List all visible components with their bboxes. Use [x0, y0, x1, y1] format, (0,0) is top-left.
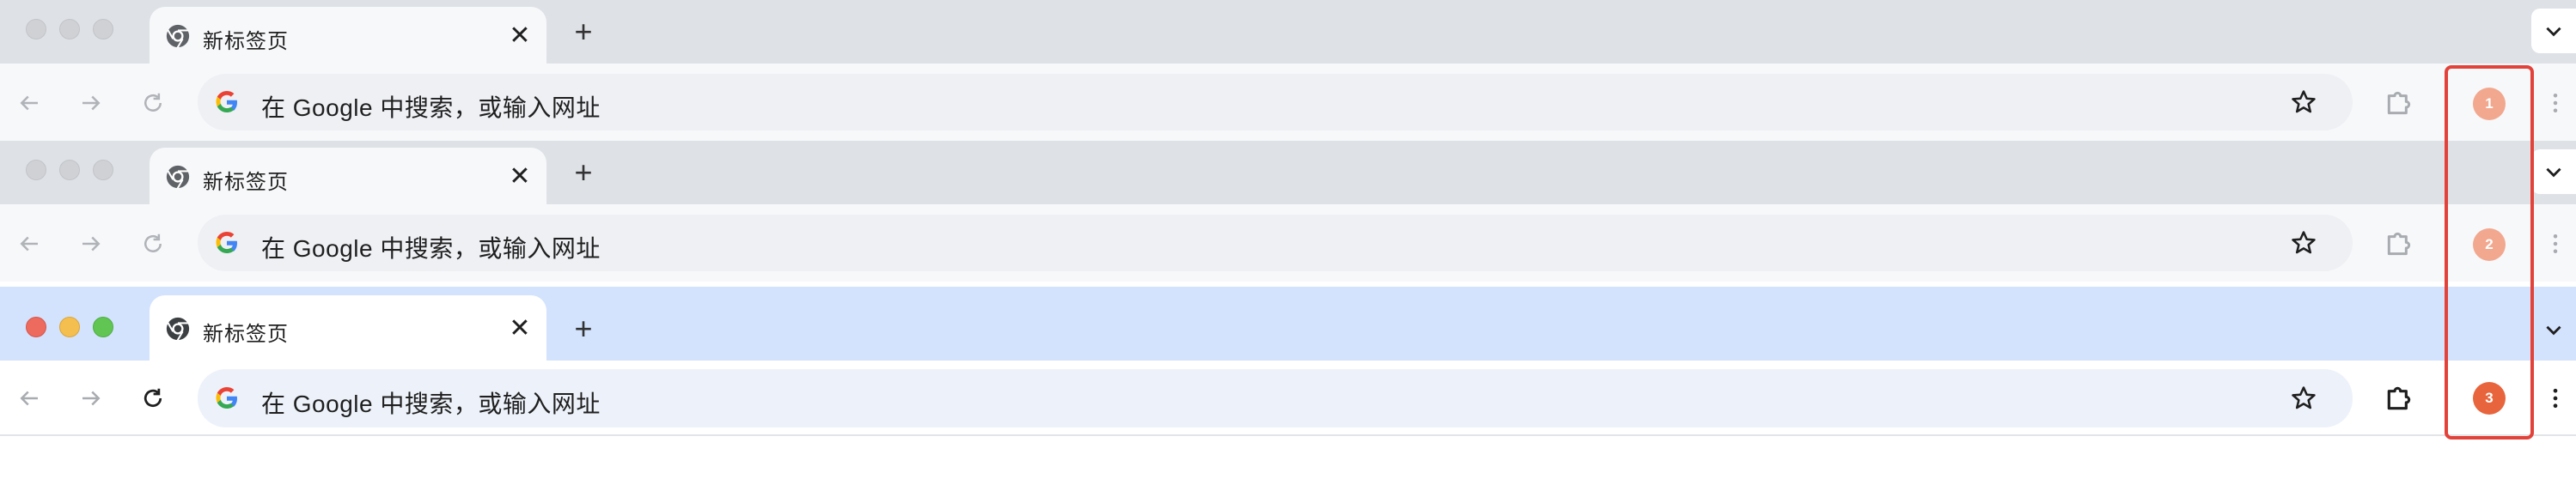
new-tab-button[interactable]: + [567, 155, 600, 190]
tab-new-tab[interactable]: 新标签页 ✕ [150, 148, 546, 204]
reload-button[interactable] [136, 86, 170, 120]
back-button[interactable] [12, 86, 46, 120]
menu-button[interactable] [2538, 86, 2573, 120]
kebab-icon [2553, 388, 2558, 409]
close-window-button[interactable] [26, 160, 46, 180]
address-bar-text: 在 Google 中搜索，或输入网址 [261, 94, 601, 121]
browser-window-2: 新标签页 ✕ + 在 Google 中搜索，或输入网址 2 [0, 141, 2576, 282]
back-button[interactable] [12, 227, 46, 261]
star-icon[interactable] [2289, 228, 2318, 258]
tab-strip: 新标签页 ✕ + [0, 0, 2576, 64]
address-bar[interactable]: 在 Google 中搜索，或输入网址 [198, 215, 2353, 271]
browser-window-1: 新标签页 ✕ + 在 Google 中搜索，或输入网址 1 [0, 0, 2576, 141]
tab-strip: 新标签页 ✕ + [0, 287, 2576, 361]
address-bar-text: 在 Google 中搜索，或输入网址 [261, 235, 601, 262]
tab-new-tab[interactable]: 新标签页 ✕ [150, 7, 546, 64]
minimize-window-button[interactable] [59, 317, 80, 337]
reload-icon [144, 93, 162, 112]
arrow-left-icon [20, 391, 38, 406]
address-bar-text: 在 Google 中搜索，或输入网址 [261, 391, 601, 417]
google-g-icon [216, 387, 237, 409]
tab-strip: 新标签页 ✕ + [0, 141, 2576, 204]
chrome-icon [166, 165, 190, 190]
arrow-left-icon [20, 236, 38, 252]
zoom-window-button[interactable] [93, 160, 113, 180]
new-tab-button[interactable]: + [567, 14, 600, 49]
reload-button[interactable] [136, 381, 170, 415]
tab-close-button[interactable]: ✕ [507, 162, 533, 191]
puzzle-icon[interactable] [2382, 86, 2416, 120]
arrow-right-icon [82, 391, 101, 406]
chrome-icon [166, 24, 190, 49]
tab-new-tab[interactable]: 新标签页 ✕ [150, 295, 546, 361]
toolbar: 在 Google 中搜索，或输入网址 1 [0, 64, 2576, 141]
browser-window-3: 新标签页 ✕ + 在 Google 中搜索，或输入网址 3 [0, 282, 2576, 436]
address-bar[interactable]: 在 Google 中搜索，或输入网址 [198, 369, 2353, 427]
window-controls [26, 160, 113, 180]
reload-icon [143, 388, 162, 408]
arrow-right-icon [82, 95, 101, 111]
tab-close-button[interactable]: ✕ [507, 314, 533, 342]
close-window-button[interactable] [26, 317, 46, 337]
chrome-icon [166, 317, 190, 342]
window-controls [26, 19, 113, 39]
tab-close-button[interactable]: ✕ [507, 21, 533, 50]
chevron-down-icon [2546, 27, 2561, 37]
kebab-icon [2553, 234, 2558, 253]
reload-button[interactable] [136, 227, 170, 261]
google-g-icon [216, 232, 237, 253]
tab-title: 新标签页 [203, 323, 289, 346]
arrow-right-icon [82, 236, 101, 252]
tab-search-button[interactable] [2531, 9, 2576, 53]
profile-highlight-box [2445, 65, 2534, 439]
back-button[interactable] [12, 381, 46, 415]
minimize-window-button[interactable] [59, 19, 80, 39]
window-controls [26, 317, 113, 337]
forward-button[interactable] [74, 381, 108, 415]
reload-icon [144, 233, 162, 252]
arrow-left-icon [20, 95, 38, 111]
forward-button[interactable] [74, 227, 108, 261]
tab-search-button[interactable] [2531, 149, 2576, 194]
tab-search-button[interactable] [2531, 307, 2576, 352]
menu-button[interactable] [2538, 227, 2573, 261]
google-g-icon [216, 91, 237, 112]
minimize-window-button[interactable] [59, 160, 80, 180]
star-icon[interactable] [2289, 384, 2318, 413]
puzzle-icon[interactable] [2382, 381, 2416, 415]
address-bar[interactable]: 在 Google 中搜索，或输入网址 [198, 74, 2353, 130]
toolbar: 在 Google 中搜索，或输入网址 3 [0, 361, 2576, 436]
star-icon[interactable] [2289, 88, 2318, 117]
chevron-down-icon [2546, 167, 2561, 178]
tab-title: 新标签页 [203, 30, 289, 53]
puzzle-icon[interactable] [2382, 227, 2416, 261]
new-tab-button[interactable]: + [567, 311, 600, 346]
chevron-down-icon [2546, 325, 2561, 336]
zoom-window-button[interactable] [93, 317, 113, 337]
menu-button[interactable] [2538, 381, 2573, 415]
toolbar: 在 Google 中搜索，或输入网址 2 [0, 204, 2576, 282]
kebab-icon [2553, 94, 2558, 112]
zoom-window-button[interactable] [93, 19, 113, 39]
tab-title: 新标签页 [203, 171, 289, 194]
forward-button[interactable] [74, 86, 108, 120]
close-window-button[interactable] [26, 19, 46, 39]
